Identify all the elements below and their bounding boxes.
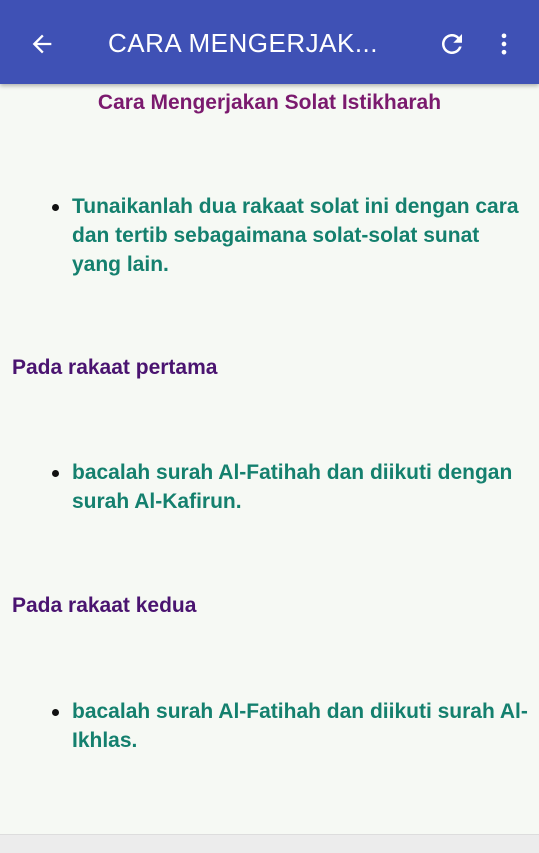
bottom-bar bbox=[0, 834, 539, 853]
article-title: Cara Mengerjakan Solat Istikharah bbox=[97, 91, 442, 114]
intro-bullet-text: Tunaikanlah dua rakaat solat ini dengan … bbox=[72, 195, 519, 276]
app-bar: CARA MENGERJAK... bbox=[0, 0, 539, 84]
article-content: Cara Mengerjakan Solat Istikharah Tunaik… bbox=[0, 84, 539, 834]
section1-bullet-text: bacalah surah Al-Fatihah dan diikuti den… bbox=[72, 461, 513, 513]
section2-heading: Pada rakaat kedua bbox=[12, 594, 197, 617]
more-vertical-icon bbox=[501, 33, 507, 55]
section2-bullet: bacalah surah Al-Fatihah dan diikuti sur… bbox=[52, 697, 532, 755]
bullet-dot bbox=[52, 709, 59, 716]
section1-bullet: bacalah surah Al-Fatihah dan diikuti den… bbox=[52, 458, 532, 516]
arrow-left-icon bbox=[32, 34, 52, 54]
section2-bullet-text: bacalah surah Al-Fatihah dan diikuti sur… bbox=[72, 700, 528, 752]
section1-heading: Pada rakaat pertama bbox=[12, 356, 218, 379]
intro-bullet: Tunaikanlah dua rakaat solat ini dengan … bbox=[52, 192, 532, 279]
bullet-dot bbox=[52, 470, 59, 477]
overflow-menu-button[interactable] bbox=[484, 24, 524, 64]
bullet-dot bbox=[52, 204, 59, 211]
refresh-icon bbox=[442, 34, 462, 54]
app-bar-title: CARA MENGERJAK... bbox=[108, 28, 378, 58]
refresh-button[interactable] bbox=[432, 24, 472, 64]
back-button[interactable] bbox=[22, 24, 62, 64]
